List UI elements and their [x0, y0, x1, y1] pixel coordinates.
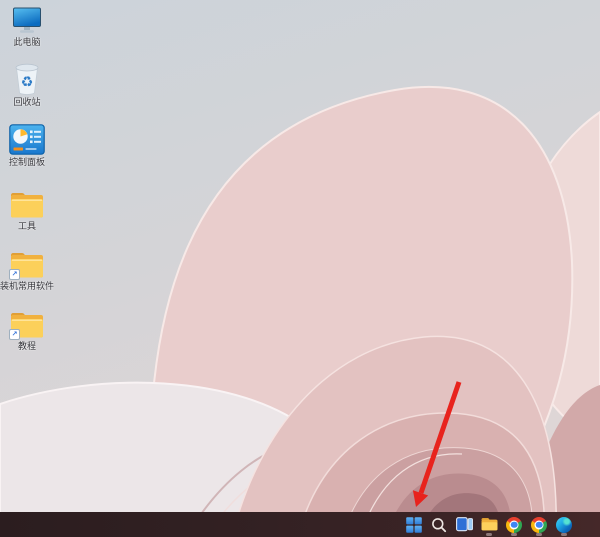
- search-icon: [431, 517, 447, 533]
- desktop-icon-this-pc[interactable]: 此电脑: [0, 7, 54, 47]
- desktop-wallpaper-bloom: [0, 0, 600, 537]
- desktop-icon-label: 回收站: [13, 97, 40, 107]
- running-indicator: [536, 533, 542, 536]
- file-explorer-button[interactable]: [478, 513, 500, 537]
- desktop-icon-folder-2[interactable]: ↗ 装机常用软件: [0, 250, 54, 291]
- folder-icon: ↗: [10, 250, 44, 279]
- search-button[interactable]: [428, 513, 450, 537]
- chrome-icon: [531, 517, 547, 533]
- folder-icon: ↗: [10, 310, 44, 339]
- desktop-icon-control-panel[interactable]: 控制面板: [0, 124, 54, 167]
- task-view-button[interactable]: [453, 513, 475, 537]
- chrome-2-button[interactable]: [528, 513, 550, 537]
- running-indicator: [486, 533, 492, 536]
- desktop-icon-label: 装机常用软件: [0, 281, 54, 291]
- recycle-glyph: ♻: [21, 75, 34, 91]
- edge-button[interactable]: [553, 513, 575, 537]
- edge-icon: [556, 517, 572, 533]
- task-view-icon: [456, 517, 473, 532]
- desktop-icon-label: 控制面板: [9, 157, 45, 167]
- shortcut-arrow-icon: ↗: [9, 329, 20, 340]
- desktop-icon-label: 工具: [18, 221, 36, 231]
- running-indicator: [561, 533, 567, 536]
- desktop-icon-folder-1[interactable]: 工具: [0, 190, 54, 231]
- this-pc-icon: [12, 7, 42, 35]
- windows-start-icon: [406, 517, 422, 533]
- recycle-bin-icon: ♻: [14, 63, 40, 95]
- desktop-icon-label: 此电脑: [13, 37, 40, 47]
- running-indicator: [511, 533, 517, 536]
- folder-icon: [10, 190, 44, 219]
- start-button[interactable]: [403, 513, 425, 537]
- desktop-icon-folder-3[interactable]: ↗ 教程: [0, 310, 54, 351]
- taskbar-centered-icons: [403, 512, 575, 537]
- control-panel-icon: [9, 124, 45, 155]
- taskbar: [0, 512, 600, 537]
- desktop-icon-recycle-bin[interactable]: ♻ 回收站: [0, 63, 54, 107]
- chrome-button[interactable]: [503, 513, 525, 537]
- shortcut-arrow-icon: ↗: [9, 269, 20, 280]
- desktop-icon-label: 教程: [18, 341, 36, 351]
- file-explorer-icon: [481, 517, 498, 532]
- chrome-icon: [506, 517, 522, 533]
- windows-desktop: 此电脑 ♻ 回收站: [0, 0, 600, 537]
